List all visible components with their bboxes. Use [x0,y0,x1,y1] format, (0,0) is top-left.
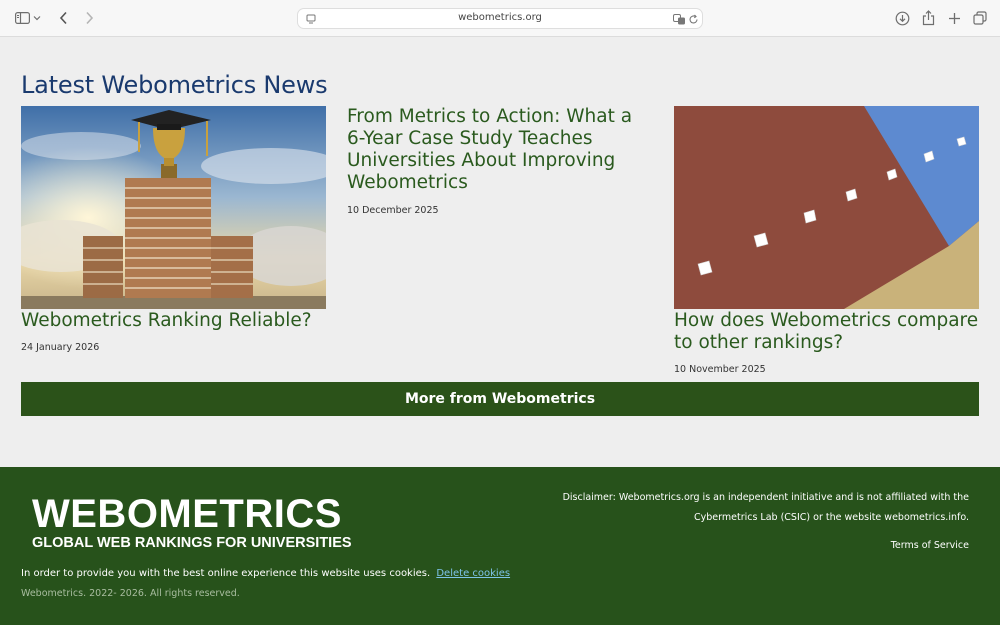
article-date: 10 November 2025 [674,364,766,375]
cookie-notice: In order to provide you with the best on… [21,568,510,579]
article-date: 10 December 2025 [347,205,439,216]
new-tab-icon[interactable] [945,9,963,27]
sidebar-toggle-icon[interactable] [13,9,31,27]
article-title[interactable]: Webometrics Ranking Reliable? [21,310,326,332]
article-image-books-trophy[interactable] [21,106,326,309]
more-from-webometrics-button[interactable]: More from Webometrics [21,382,979,416]
article-title[interactable]: From Metrics to Action: What a 6-Year Ca… [347,106,652,194]
site-footer: WEBOMETRICS GLOBAL WEB RANKINGS FOR UNIV… [0,467,1000,625]
cookie-notice-text: In order to provide you with the best on… [21,568,431,579]
disclaimer-text: Disclaimer: Webometrics.org is an indepe… [562,492,969,523]
copyright-text: Webometrics. 2022- 2026. All rights rese… [21,588,240,599]
tab-overview-icon[interactable] [971,9,989,27]
forward-icon[interactable] [80,9,98,27]
article-title[interactable]: How does Webometrics compare to other ra… [674,310,979,354]
downloads-icon[interactable] [893,9,911,27]
delete-cookies-link[interactable]: Delete cookies [436,568,510,579]
page-title: Latest Webometrics News [21,71,328,99]
share-icon[interactable] [919,9,937,27]
article-image-squares[interactable] [674,106,979,309]
logo-subtitle: GLOBAL WEB RANKINGS FOR UNIVERSITIES [32,535,352,551]
chevron-down-icon[interactable] [32,9,42,27]
terms-of-service-link[interactable]: Terms of Service [891,540,969,551]
address-bar[interactable]: webometrics.org [297,8,703,29]
back-icon[interactable] [55,9,73,27]
article-date: 24 January 2026 [21,342,100,353]
reload-icon[interactable] [684,10,702,28]
browser-toolbar: webometrics.org [0,0,1000,37]
url-text: webometrics.org [458,12,542,23]
logo-title[interactable]: WEBOMETRICS [32,494,342,534]
